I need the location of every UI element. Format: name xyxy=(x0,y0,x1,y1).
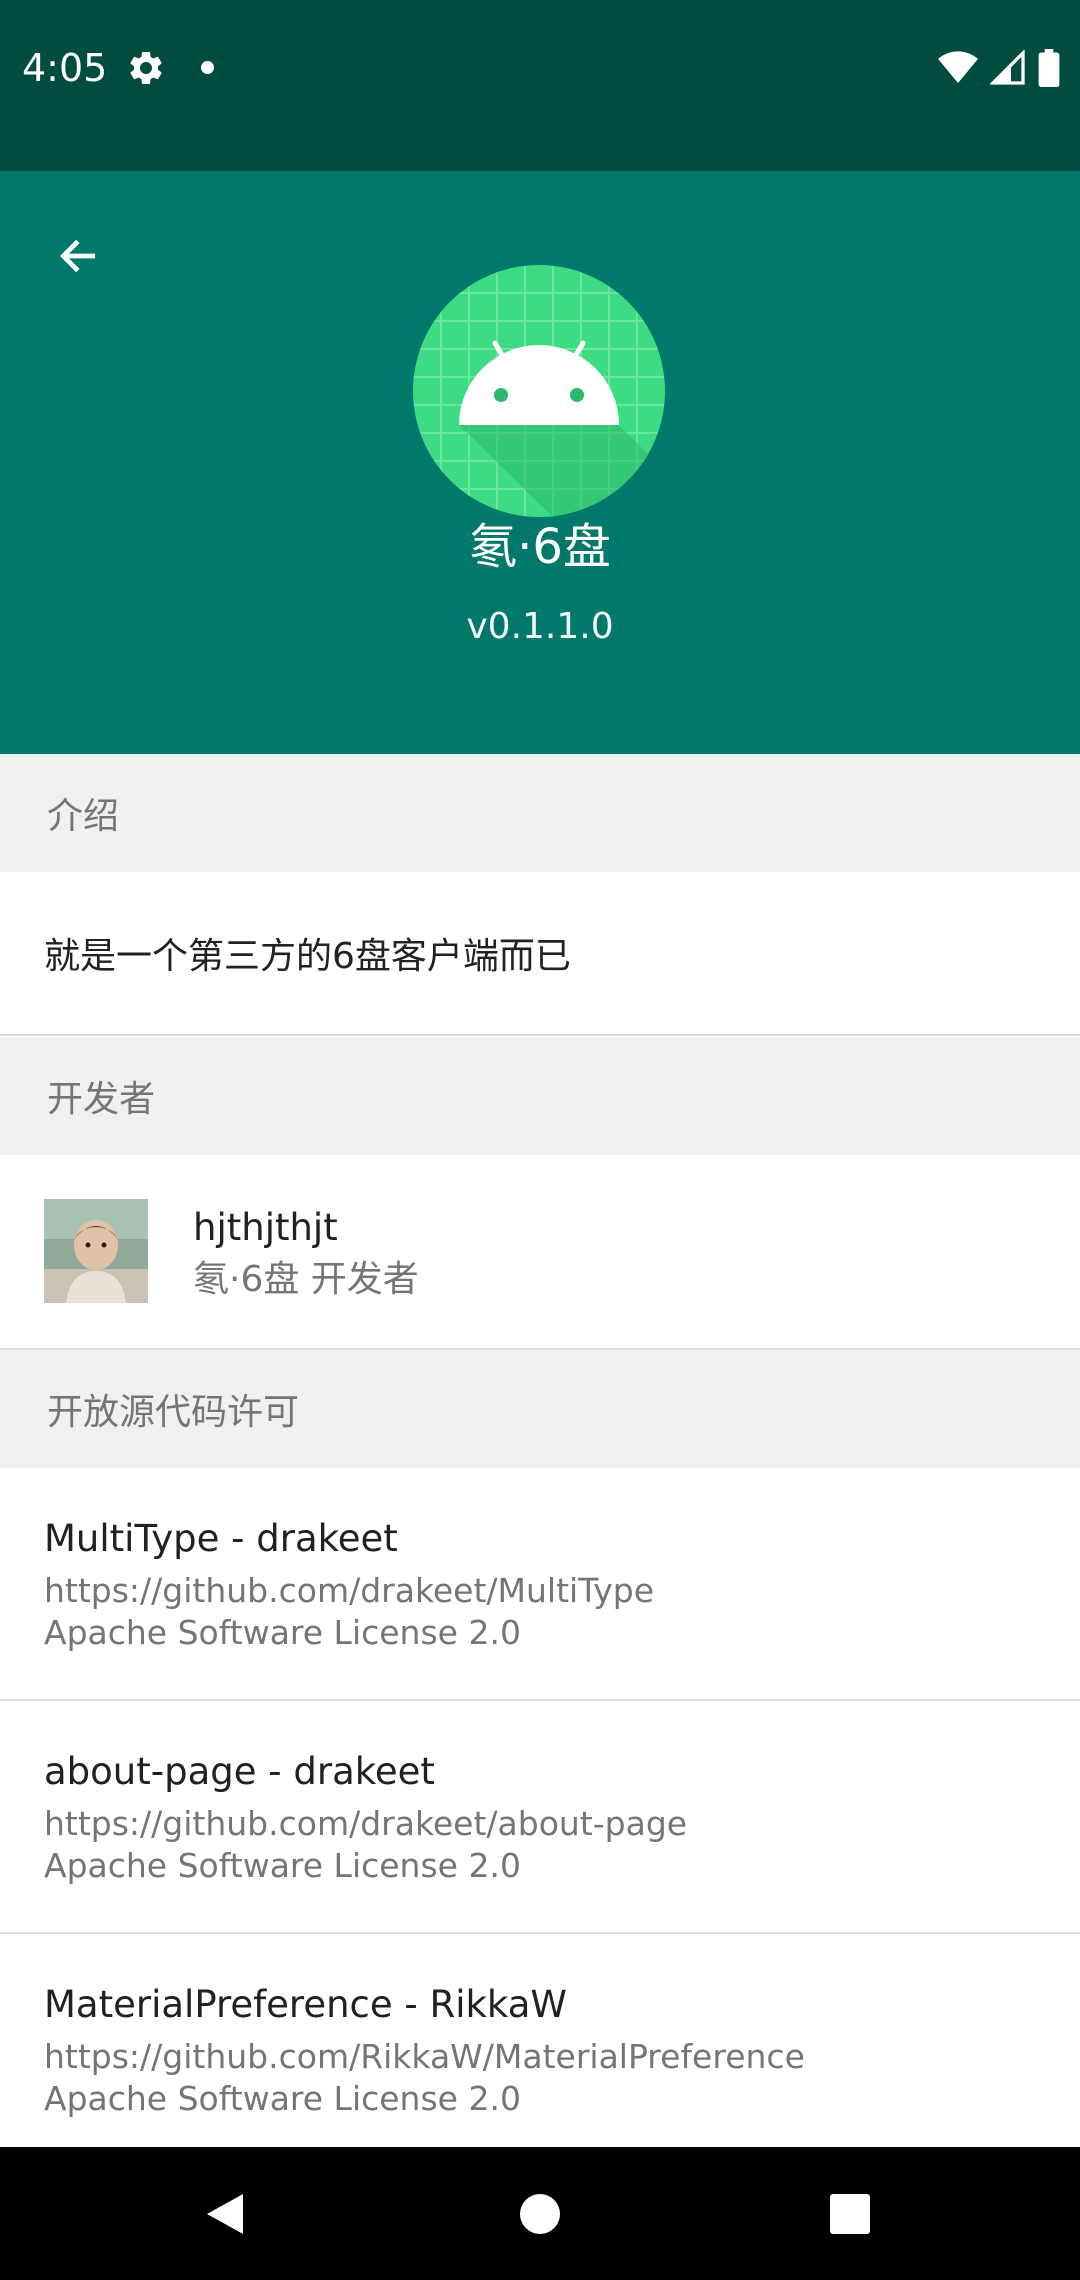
notification-dot-icon xyxy=(201,61,214,74)
section-header-intro: 介绍 xyxy=(0,754,1080,872)
app-version: v0.1.1.0 xyxy=(466,606,614,647)
section-header-developer: 开发者 xyxy=(0,1037,1080,1155)
app-name: 氡·6盘 xyxy=(469,519,611,575)
gear-icon xyxy=(130,51,162,84)
license-item[interactable]: MultiType - drakeet https://github.com/d… xyxy=(0,1468,1080,1701)
back-button[interactable] xyxy=(38,216,118,296)
status-icons xyxy=(938,46,1060,90)
license-name: Apache Software License 2.0 xyxy=(44,1846,521,1885)
license-name: Apache Software License 2.0 xyxy=(44,1613,521,1652)
license-url: https://github.com/RikkaW/MaterialPrefer… xyxy=(44,2037,805,2076)
developer-card[interactable]: hjthjthjt 氡·6盘 开发者 xyxy=(0,1155,1080,1350)
nav-home-button[interactable] xyxy=(480,2147,600,2280)
license-title: MultiType - drakeet xyxy=(44,1517,398,1560)
avatar xyxy=(44,1199,148,1303)
license-title: about-page - drakeet xyxy=(44,1750,435,1793)
status-time: 4:05 xyxy=(22,46,108,90)
license-url: https://github.com/drakeet/about-page xyxy=(44,1804,688,1843)
nav-recents-button[interactable] xyxy=(790,2147,910,2280)
battery-icon xyxy=(1038,49,1060,87)
recents-square-icon xyxy=(830,2193,870,2234)
arrow-left-icon xyxy=(59,239,96,273)
about-header: 氡·6盘 v0.1.1.0 xyxy=(0,171,1080,754)
nav-back-button[interactable] xyxy=(165,2147,285,2280)
back-triangle-icon xyxy=(207,2193,243,2234)
home-circle-icon xyxy=(520,2193,560,2234)
wifi-icon xyxy=(938,51,978,83)
license-url: https://github.com/drakeet/MultiType xyxy=(44,1571,655,1610)
android-robot-icon xyxy=(413,265,665,517)
intro-text: 就是一个第三方的6盘客户端而已 xyxy=(0,872,1080,1036)
navigation-bar xyxy=(0,2147,1080,2280)
license-name: Apache Software License 2.0 xyxy=(44,2079,521,2118)
license-title: MaterialPreference - RikkaW xyxy=(44,1983,567,2026)
developer-name: hjthjthjt xyxy=(193,1206,338,1249)
license-item[interactable]: MaterialPreference - RikkaW https://gith… xyxy=(0,1934,1080,2149)
section-header-licenses: 开放源代码许可 xyxy=(0,1350,1080,1468)
license-item[interactable]: about-page - drakeet https://github.com/… xyxy=(0,1701,1080,1934)
status-bar: 4:05 xyxy=(0,0,1080,171)
developer-role: 氡·6盘 开发者 xyxy=(193,1259,419,1300)
cell-signal-icon xyxy=(990,50,1025,85)
